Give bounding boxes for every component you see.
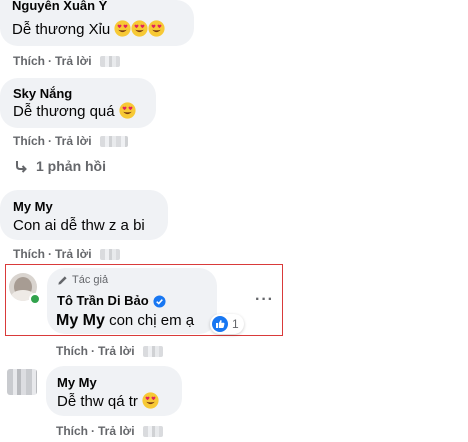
comment-bubble: Sky Nắng Dễ thương quá (0, 78, 156, 128)
like-link[interactable]: Thích (13, 134, 45, 148)
comment-actions: Thích · Trả lời (13, 54, 120, 68)
comment-actions: Thích · Trả lời (56, 424, 163, 438)
comment-text-content: con chị em ạ (104, 312, 195, 329)
comment-author[interactable]: My My (13, 199, 53, 215)
like-link[interactable]: Thích (13, 247, 45, 261)
comment-author[interactable]: Tô Trần Di Bảo (57, 293, 149, 309)
comment-actions: Thích · Trả lời (13, 134, 128, 148)
comment-bubble: Tác giả Tô Trần Di Bảo My My con chị em … (47, 268, 217, 334)
heart-eyes-icon (114, 21, 165, 38)
reaction-summary[interactable]: 1 (210, 314, 244, 334)
reply-link[interactable]: Trả lời (98, 424, 135, 438)
like-link[interactable]: Thích (56, 424, 88, 438)
comment-text: Dễ thw qá tr (57, 392, 159, 412)
comment-text-content: Dễ thương quá (13, 103, 115, 120)
mention-link[interactable]: My My (56, 312, 105, 329)
reply-arrow-icon (16, 161, 27, 173)
timestamp-blurred (99, 55, 120, 67)
timestamp-blurred (142, 345, 163, 357)
like-reaction-icon (212, 316, 228, 332)
reply-link[interactable]: Trả lời (55, 54, 92, 68)
like-link[interactable]: Thích (56, 344, 88, 358)
comment-bubble: My My Con ai dễ thw z a bi (0, 190, 168, 240)
comment-author[interactable]: My My (57, 375, 97, 391)
reply-link[interactable]: Trả lời (98, 344, 135, 358)
comment-author[interactable]: Nguyễn Xuân Ý (12, 0, 107, 14)
comment-text: Con ai dễ thw z a bi (13, 217, 145, 234)
comment-text: Dễ thương quá (13, 102, 136, 122)
author-badge-label: Tác giả (72, 274, 109, 286)
comment-bubble: My My Dễ thw qá tr (46, 366, 182, 416)
comment-text: My My con chị em ạ (56, 311, 194, 331)
comment-author[interactable]: Sky Nắng (13, 86, 72, 102)
comment-bubble: Nguyễn Xuân Ý Dễ thương Xỉu (0, 0, 194, 46)
heart-eyes-icon (142, 393, 159, 410)
view-replies-link[interactable]: 1 phản hồi (14, 158, 106, 174)
commenter-avatar-blurred[interactable] (7, 369, 37, 395)
reply-link[interactable]: Trả lời (55, 134, 92, 148)
replies-count-label: 1 phản hồi (36, 158, 106, 174)
timestamp-blurred (142, 425, 163, 437)
author-badge: Tác giả (57, 274, 108, 286)
comment-actions: Thích · Trả lời (56, 344, 163, 358)
reply-link[interactable]: Trả lời (55, 247, 92, 261)
online-status-dot (29, 293, 41, 305)
like-link[interactable]: Thích (13, 54, 45, 68)
comment-text-content: Dễ thương Xỉu (12, 21, 111, 38)
timestamp-blurred (99, 248, 120, 260)
comment-text-content: Dễ thw qá tr (57, 393, 138, 410)
verified-badge-icon (153, 294, 166, 308)
pencil-icon (58, 275, 67, 285)
comment-author-row: Tô Trần Di Bảo (57, 293, 166, 309)
comment-actions: Thích · Trả lời (13, 247, 120, 261)
timestamp-blurred (99, 135, 128, 147)
comment-text: Dễ thương Xỉu (12, 20, 165, 40)
more-options-button[interactable]: ··· (255, 291, 274, 309)
heart-eyes-icon (119, 103, 136, 120)
reaction-count: 1 (232, 317, 239, 331)
